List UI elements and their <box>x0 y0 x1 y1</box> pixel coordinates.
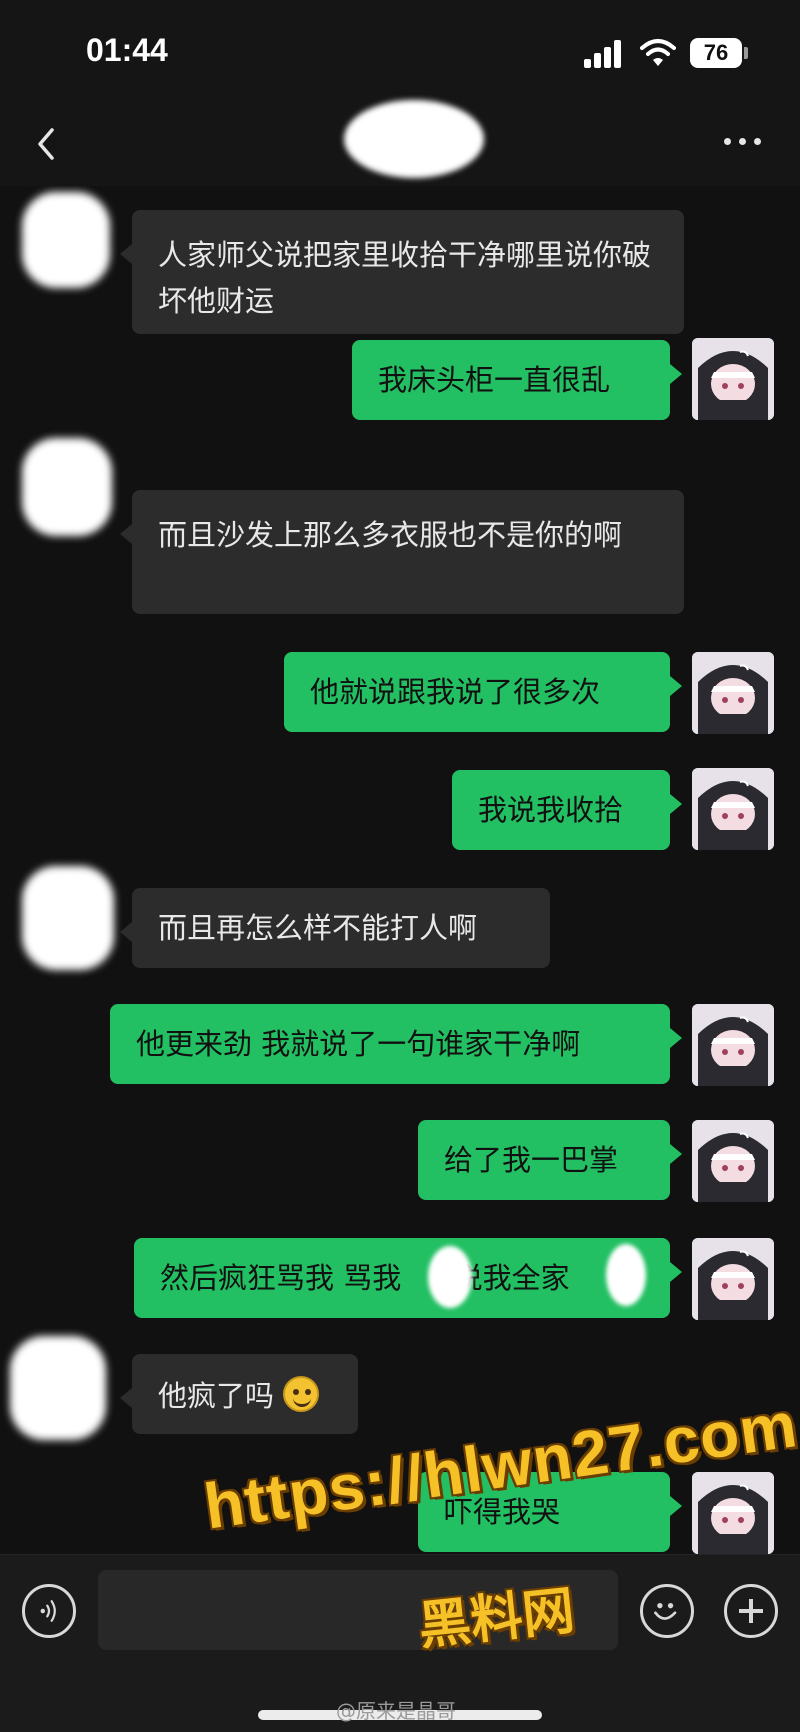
message-text: 而且沙发上那么多衣服也不是你的啊 <box>158 518 623 552</box>
credit-watermark: @原来是晶哥 <box>336 1699 456 1723</box>
user-avatar-image <box>692 1004 774 1086</box>
contact-avatar-redaction <box>22 192 110 288</box>
battery-icon: 76 <box>690 38 742 68</box>
signal-icon <box>584 40 624 68</box>
contact-avatar-redaction <box>22 438 112 536</box>
user-avatar[interactable] <box>692 652 774 734</box>
user-avatar-image <box>692 768 774 850</box>
message-text: 而且再怎么样不能打人啊 <box>158 911 478 945</box>
user-avatar-image <box>692 338 774 420</box>
chevron-left-icon[interactable] <box>30 124 62 164</box>
contact-name-redaction <box>344 100 484 178</box>
message-text: 他就说跟我说了很多次 <box>310 675 601 709</box>
contact-avatar-redaction <box>10 1336 106 1440</box>
message-bubble-incoming[interactable]: 他疯了吗 <box>120 1354 358 1434</box>
user-avatar-image <box>692 1472 774 1554</box>
user-avatar[interactable] <box>692 338 774 420</box>
message-bubble-incoming[interactable]: 而且再怎么样不能打人啊 <box>120 888 550 968</box>
message-bubble-outgoing[interactable]: 他更来劲 我就说了一句谁家干净啊 <box>110 1004 682 1084</box>
user-avatar[interactable] <box>692 1120 774 1202</box>
message-bubble-outgoing[interactable]: 我床头柜一直很乱 <box>352 340 682 420</box>
status-bar: 01:44 76 <box>0 0 800 100</box>
message-text: 他更来劲 我就说了一句谁家干净啊 <box>136 1027 581 1061</box>
user-avatar-image <box>692 1238 774 1320</box>
smiling-face-emoji-icon <box>283 1376 320 1412</box>
more-icon[interactable] <box>724 138 764 148</box>
user-avatar[interactable] <box>692 768 774 850</box>
message-text: 我说我收拾 <box>478 793 624 827</box>
message-text: 他疯了吗 <box>158 1379 275 1413</box>
voice-icon[interactable] <box>22 1584 76 1638</box>
message-bubble-outgoing[interactable]: 我说我收拾 <box>452 770 682 850</box>
message-bubble-outgoing[interactable]: 他就说跟我说了很多次 <box>284 652 682 732</box>
text-redaction <box>606 1244 646 1306</box>
message-text: 人家师父说把家里收拾干净哪里说你破坏他财运 <box>158 238 652 318</box>
message-text: 给了我一巴掌 <box>444 1143 619 1177</box>
wifi-icon <box>640 39 676 66</box>
battery-tip <box>744 47 748 59</box>
message-text: 我床头柜一直很乱 <box>378 363 611 397</box>
message-bubble-outgoing[interactable]: 然后疯狂骂我 骂我 说我全家 <box>134 1238 682 1318</box>
user-avatar[interactable] <box>692 1004 774 1086</box>
contact-avatar-redaction <box>22 866 114 970</box>
emoji-icon[interactable] <box>640 1584 694 1638</box>
message-bubble-outgoing[interactable]: 给了我一巴掌 <box>418 1120 682 1200</box>
user-avatar[interactable] <box>692 1238 774 1320</box>
user-avatar[interactable] <box>692 1472 774 1554</box>
text-redaction <box>428 1246 472 1308</box>
message-bubble-incoming[interactable]: 人家师父说把家里收拾干净哪里说你破坏他财运 <box>120 210 684 334</box>
message-bubble-incoming[interactable]: 而且沙发上那么多衣服也不是你的啊 <box>120 490 684 614</box>
user-avatar-image <box>692 1120 774 1202</box>
message-text-part: 然后疯狂骂我 骂我 <box>160 1261 402 1295</box>
user-avatar-image <box>692 652 774 734</box>
status-time: 01:44 <box>86 32 168 68</box>
plus-icon[interactable] <box>724 1584 778 1638</box>
message-list[interactable]: 人家师父说把家里收拾干净哪里说你破坏他财运 我床头柜一直很乱 而且沙发上那么多衣… <box>0 186 800 1554</box>
